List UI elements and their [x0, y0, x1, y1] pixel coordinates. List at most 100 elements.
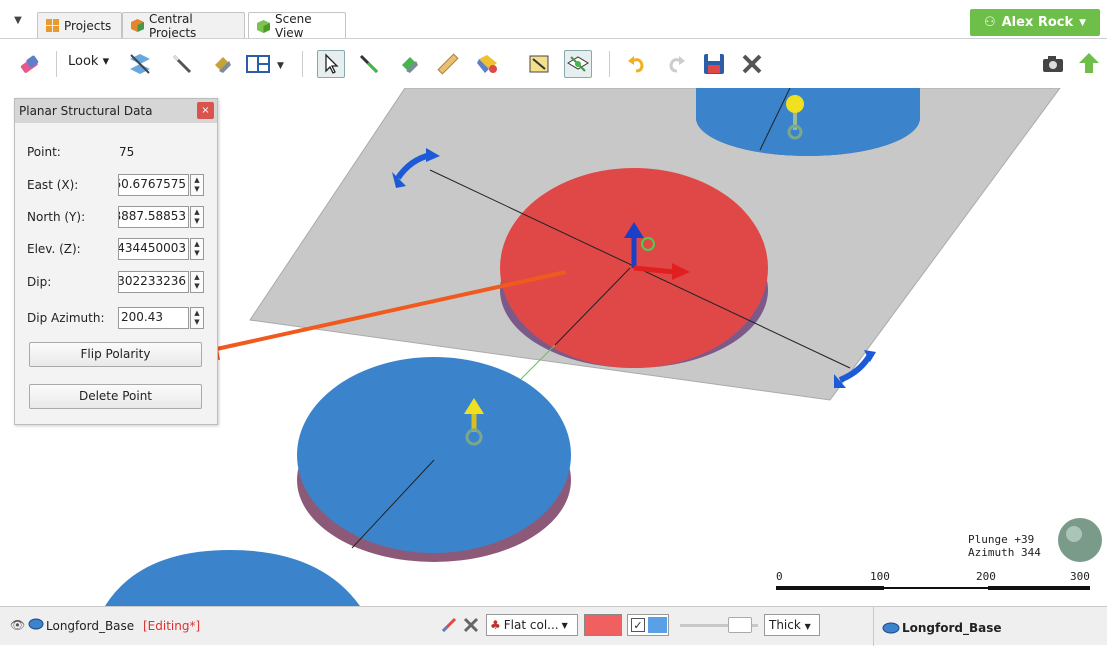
chevron-down-icon: ▼	[561, 620, 568, 630]
ruler-tool-button[interactable]	[434, 50, 462, 78]
layout-icon: ▼	[246, 55, 284, 73]
tab-menu-dropdown[interactable]: ▼	[8, 10, 28, 32]
dip-stepper[interactable]: ▲ ▼	[190, 271, 204, 293]
tab-scene-view-label: Scene View	[275, 12, 312, 40]
right-layer-name: Longford_Base	[902, 621, 1002, 635]
layer-name: Longford_Base	[46, 619, 135, 633]
edit-mesh-tool-button[interactable]	[526, 50, 554, 78]
cube-icon	[131, 19, 144, 32]
layer-icon	[28, 615, 44, 634]
draw-line-icon	[359, 54, 379, 74]
north-value: 8887.58853	[118, 209, 186, 223]
planar-structural-data-panel: Planar Structural Data × Point: 75 East …	[14, 98, 218, 425]
dip-field[interactable]: 302233236	[118, 271, 189, 293]
scale-tick-0: 0	[776, 570, 783, 583]
chevron-down-icon: ▼	[804, 622, 811, 631]
edit-pencil-icon[interactable]	[440, 616, 458, 637]
color-mode-label: Flat col...	[503, 618, 559, 632]
cancel-button[interactable]	[738, 50, 766, 78]
dip-azimuth-field[interactable]: 200.43	[118, 307, 189, 329]
dip-value: 302233236	[118, 274, 186, 288]
line-style-dropdown[interactable]: Thick ▼	[764, 614, 820, 636]
user-name: Alex Rock	[1001, 15, 1074, 30]
save-button[interactable]	[700, 50, 728, 78]
pencil-icon	[172, 54, 192, 74]
puzzle-icon	[215, 57, 231, 73]
chevron-down-icon: ▼	[1079, 17, 1087, 28]
scale-tick-200: 200	[976, 570, 996, 583]
redo-button[interactable]	[662, 50, 690, 78]
flip-polarity-button[interactable]: Flip Polarity	[29, 342, 202, 367]
panel-close-button[interactable]: ×	[197, 102, 214, 119]
eraser-icon	[20, 55, 39, 73]
color-mode-icon: ♣	[490, 618, 501, 632]
front-color-swatch[interactable]	[584, 614, 622, 636]
east-field[interactable]: 60.6767575	[118, 174, 189, 196]
edit-mesh-icon	[529, 55, 549, 73]
svg-text:▼: ▼	[277, 61, 284, 71]
user-icon: ⚇	[983, 15, 996, 30]
north-stepper[interactable]: ▲ ▼	[190, 206, 204, 228]
slice-icon	[130, 54, 150, 74]
upload-icon	[1079, 53, 1099, 73]
dip-azimuth-stepper[interactable]: ▲ ▼	[190, 307, 204, 329]
plunge-readout: Plunge +39 Azimuth 344	[968, 533, 1041, 559]
edit-planar-tool-button[interactable]	[564, 50, 592, 78]
checkbox-icon[interactable]: ✓	[631, 618, 645, 632]
screenshot-button[interactable]	[1039, 50, 1067, 78]
user-account-button[interactable]: ⚇ Alex Rock ▼	[970, 9, 1100, 36]
undo-icon	[628, 56, 644, 73]
edit-planar-icon	[567, 56, 589, 72]
azimuth-text: Azimuth 344	[968, 546, 1041, 559]
slice-tool-button[interactable]	[126, 50, 154, 78]
tab-projects[interactable]: Projects	[37, 12, 122, 38]
puzzle-tool-button[interactable]	[208, 50, 236, 78]
tab-bar: ▼ Projects Central Projects Scene View ⚇…	[0, 0, 1107, 40]
grid-icon	[46, 19, 59, 32]
point-value: 75	[119, 145, 135, 159]
east-label: East (X):	[27, 178, 79, 192]
back-color-control[interactable]: ✓	[627, 614, 669, 636]
toolbar: Look ▾ ▼	[0, 38, 1107, 88]
east-stepper[interactable]: ▲ ▼	[190, 174, 204, 196]
eraser-tool-button[interactable]	[16, 50, 44, 78]
north-field[interactable]: 8887.58853	[118, 206, 189, 228]
polarity-tool-button[interactable]	[474, 50, 502, 78]
tab-central-projects[interactable]: Central Projects	[122, 11, 245, 40]
eye-icon[interactable]: 👁	[10, 618, 25, 632]
draw-line-tool-button[interactable]	[355, 50, 383, 78]
tab-scene-view[interactable]: Scene View	[248, 12, 346, 40]
editing-indicator: [Editing*]	[143, 619, 201, 633]
camera-icon	[1043, 56, 1063, 72]
right-layer-icon	[882, 619, 900, 638]
color-mode-dropdown[interactable]: ♣ Flat col... ▼	[486, 614, 578, 636]
pencil-tool-button[interactable]	[168, 50, 196, 78]
tab-central-projects-label: Central Projects	[149, 11, 197, 40]
export-button[interactable]	[1075, 50, 1103, 78]
elev-field[interactable]: !434450003	[118, 238, 189, 260]
orientation-globe[interactable]	[1058, 518, 1102, 562]
scale-bar: 0 100 200 300	[776, 570, 1090, 596]
line-style-label: Thick	[769, 618, 801, 632]
select-tool-button[interactable]	[317, 50, 345, 78]
delete-point-button[interactable]: Delete Point	[29, 384, 202, 409]
north-label: North (Y):	[27, 210, 86, 224]
blue-disc-lower[interactable]	[297, 357, 571, 562]
elev-stepper[interactable]: ▲ ▼	[190, 238, 204, 260]
add-point-tool-button[interactable]	[395, 50, 423, 78]
tab-projects-label: Projects	[64, 18, 112, 33]
save-icon	[704, 54, 724, 74]
cursor-icon	[325, 53, 339, 74]
elev-label: Elev. (Z):	[27, 242, 81, 256]
undo-button[interactable]	[623, 50, 651, 78]
elev-value: !434450003	[118, 241, 186, 255]
back-color-swatch[interactable]	[648, 617, 667, 633]
opacity-slider-handle[interactable]	[728, 617, 752, 633]
scale-tick-300: 300	[1070, 570, 1090, 583]
blue-disc-bottom[interactable]	[105, 550, 360, 606]
look-dropdown[interactable]: Look ▾	[68, 54, 109, 69]
point-label: Point:	[27, 145, 61, 159]
close-icon[interactable]	[462, 616, 480, 637]
scale-tick-100: 100	[870, 570, 890, 583]
layout-dropdown-button[interactable]: ▼	[245, 50, 289, 78]
